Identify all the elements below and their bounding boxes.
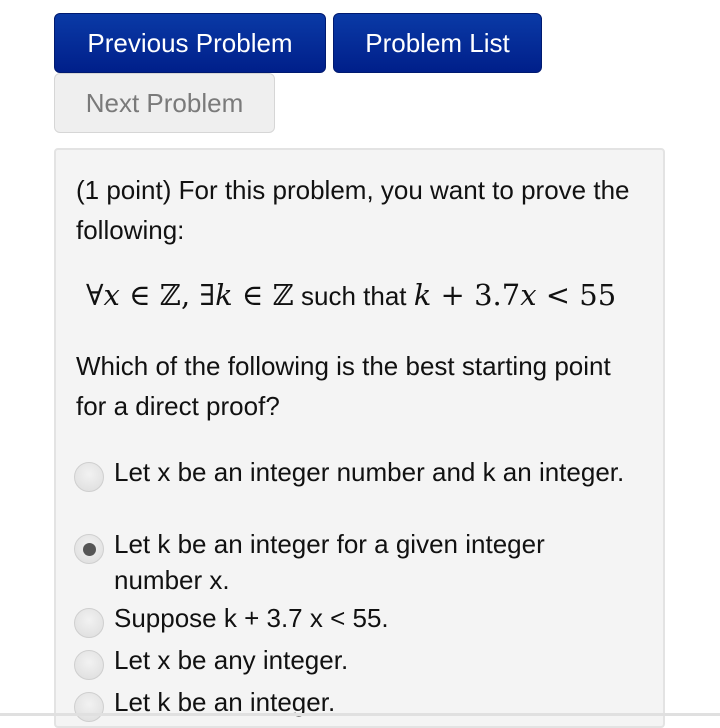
previous-problem-button[interactable]: Previous Problem bbox=[54, 13, 326, 73]
radio-button-selected[interactable] bbox=[74, 534, 104, 564]
less-than-term: < 55 bbox=[536, 278, 617, 312]
option-label: Suppose k + 3.7 x < 55. bbox=[114, 603, 389, 633]
math-statement: ∀x ∈ ℤ, ∃k ∈ ℤ such that k + 3.7x < 55 bbox=[86, 278, 616, 312]
var-k: k bbox=[413, 278, 432, 312]
problem-panel: (1 point) For this problem, you want to … bbox=[54, 148, 665, 728]
var-x: x bbox=[520, 278, 537, 312]
element-of: ∈ bbox=[232, 278, 273, 312]
comma: , bbox=[180, 278, 200, 312]
problem-intro: (1 point) For this problem, you want to … bbox=[76, 175, 630, 245]
question-text: Which of the following is the best start… bbox=[76, 351, 611, 421]
forall-symbol: ∀ bbox=[86, 278, 104, 312]
integers-symbol: ℤ bbox=[159, 278, 181, 312]
radio-button[interactable] bbox=[74, 608, 104, 638]
element-of: ∈ bbox=[119, 278, 160, 312]
problem-list-button[interactable]: Problem List bbox=[333, 13, 542, 73]
option-label: Let k be an integer for a given integer … bbox=[114, 529, 545, 595]
exists-symbol: ∃ bbox=[199, 278, 216, 312]
integers-symbol: ℤ bbox=[272, 278, 294, 312]
bottom-divider bbox=[0, 713, 720, 716]
radio-button[interactable] bbox=[74, 462, 104, 492]
var-x: x bbox=[103, 278, 120, 312]
next-problem-button[interactable]: Next Problem bbox=[54, 73, 275, 133]
var-k: k bbox=[215, 278, 233, 312]
radio-button[interactable] bbox=[74, 650, 104, 680]
radio-button[interactable] bbox=[74, 692, 104, 722]
plus-term: + 3.7 bbox=[431, 278, 521, 312]
option-label: Let x be an integer number and k an inte… bbox=[114, 457, 625, 487]
option-label: Let x be any integer. bbox=[114, 645, 349, 675]
such-that-text: such that bbox=[293, 281, 414, 311]
